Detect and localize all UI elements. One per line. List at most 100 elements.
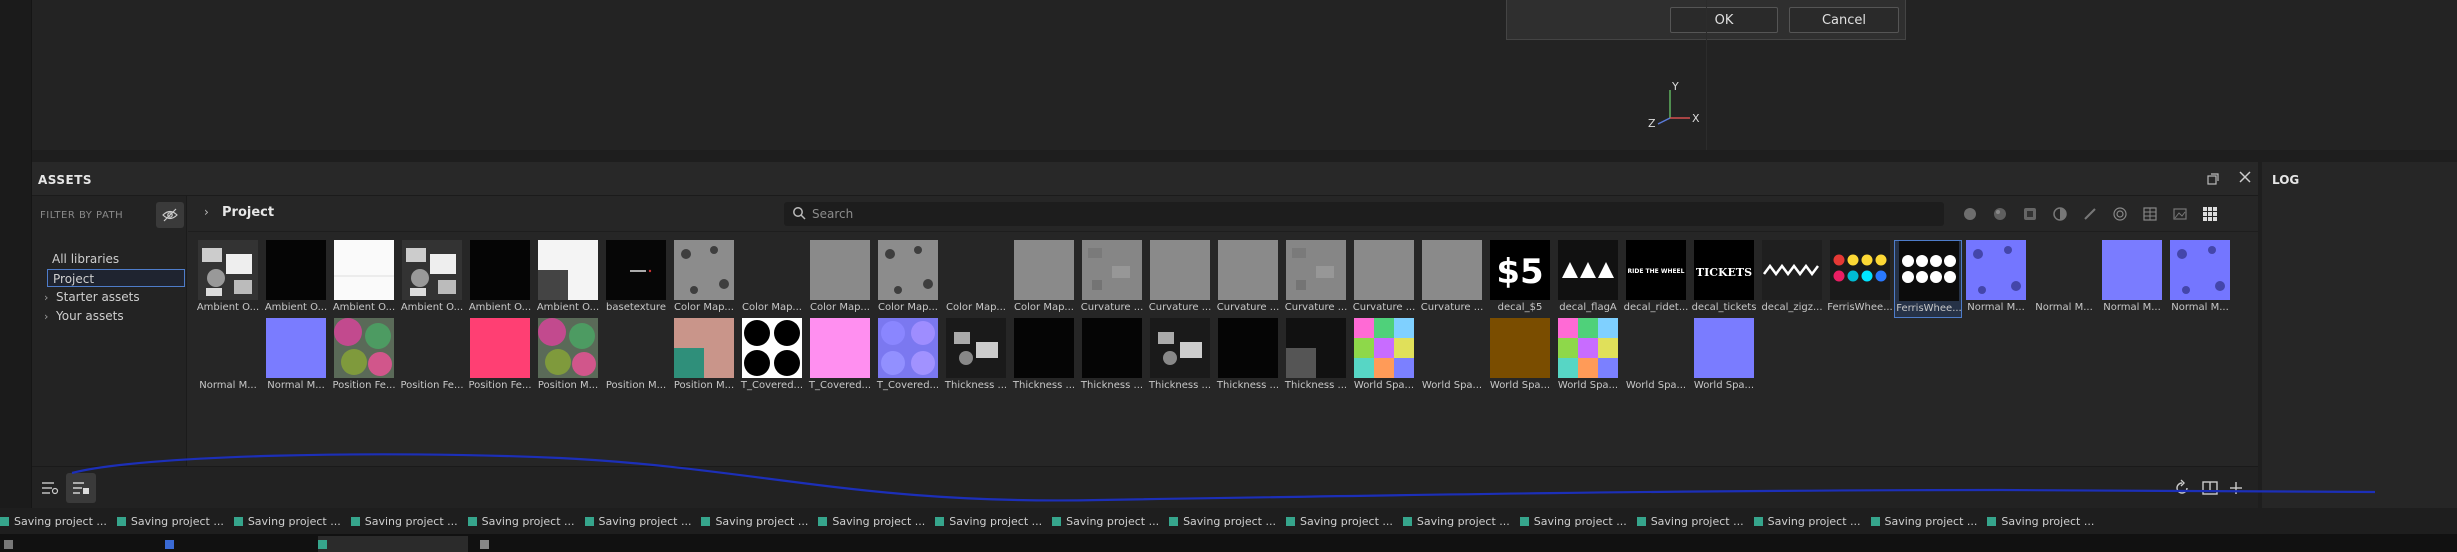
asset-tile[interactable]: FerrisWhee... bbox=[1894, 240, 1962, 318]
asset-tile[interactable]: Position Fe... bbox=[330, 318, 398, 396]
view-toggle-button[interactable] bbox=[66, 473, 96, 503]
asset-tile[interactable]: Normal M... bbox=[194, 318, 262, 396]
asset-tile[interactable]: World Spa... bbox=[1690, 318, 1758, 396]
asset-tile[interactable]: World Spa... bbox=[1350, 318, 1418, 396]
close-panel-icon[interactable] bbox=[2236, 168, 2254, 186]
asset-tile[interactable]: Ambient O... bbox=[194, 240, 262, 318]
asset-tile[interactable]: Position M... bbox=[670, 318, 738, 396]
asset-tile[interactable]: T_Covered... bbox=[738, 318, 806, 396]
asset-tile[interactable]: RIDE THE WHEEL decal_ridet... bbox=[1622, 240, 1690, 318]
viewport-3d[interactable]: OK Cancel Y X Z bbox=[0, 0, 2457, 150]
brush-filter-icon[interactable] bbox=[2078, 202, 2102, 226]
asset-tile[interactable]: Ambient O... bbox=[330, 240, 398, 318]
asset-tile[interactable]: Ambient O... bbox=[534, 240, 602, 318]
asset-tile[interactable]: Thickness ... bbox=[1214, 318, 1282, 396]
axis-gizmo[interactable]: Y X Z bbox=[1640, 80, 1700, 130]
grid-view-icon[interactable] bbox=[2198, 202, 2222, 226]
asset-tile[interactable]: Curvature ... bbox=[1214, 240, 1282, 318]
asset-tile[interactable]: Thickness ... bbox=[1282, 318, 1350, 396]
asset-tile[interactable]: Curvature ... bbox=[1078, 240, 1146, 318]
status-progress-icon bbox=[1519, 516, 1529, 526]
taskbar-item[interactable] bbox=[4, 536, 164, 552]
material-filter-icon[interactable] bbox=[1958, 202, 1982, 226]
asset-tile[interactable]: Thickness ... bbox=[1078, 318, 1146, 396]
asset-tile[interactable]: Normal M... bbox=[262, 318, 330, 396]
cancel-button[interactable]: Cancel bbox=[1789, 7, 1899, 33]
asset-tile[interactable]: World Spa... bbox=[1622, 318, 1690, 396]
asset-tile[interactable]: Color Map... bbox=[942, 240, 1010, 318]
taskbar-item[interactable] bbox=[165, 536, 315, 552]
asset-tile[interactable]: Position M... bbox=[602, 318, 670, 396]
asset-thumbnail bbox=[334, 240, 394, 300]
add-icon[interactable] bbox=[2226, 479, 2246, 497]
mask-filter-icon[interactable] bbox=[2018, 202, 2042, 226]
asset-tile[interactable]: Curvature ... bbox=[1350, 240, 1418, 318]
asset-tile[interactable]: Position Fe... bbox=[466, 318, 534, 396]
search-input[interactable] bbox=[812, 204, 1932, 224]
asset-tile[interactable]: Position Fe... bbox=[398, 318, 466, 396]
particle-filter-icon[interactable] bbox=[2108, 202, 2132, 226]
asset-caption: Color Map... bbox=[810, 302, 870, 313]
status-item: Saving project ... bbox=[818, 508, 925, 534]
asset-tile[interactable]: Thickness ... bbox=[1010, 318, 1078, 396]
environment-filter-icon[interactable] bbox=[2168, 202, 2192, 226]
asset-tile[interactable]: Thickness ... bbox=[942, 318, 1010, 396]
asset-tile[interactable]: decal_zigz... bbox=[1758, 240, 1826, 318]
asset-tile[interactable]: Normal M... bbox=[2098, 240, 2166, 318]
asset-thumbnail bbox=[538, 318, 598, 378]
asset-tile[interactable]: FerrisWhee... bbox=[1826, 240, 1894, 318]
tree-item-all-libraries[interactable]: All libraries bbox=[52, 250, 119, 268]
tree-item-project[interactable]: Project bbox=[47, 269, 185, 287]
asset-tile[interactable]: Normal M... bbox=[2030, 240, 2098, 318]
asset-tile[interactable]: World Spa... bbox=[1418, 318, 1486, 396]
asset-tile[interactable]: T_Covered... bbox=[874, 318, 942, 396]
chevron-right-icon[interactable]: › bbox=[44, 308, 56, 326]
asset-tile[interactable]: Color Map... bbox=[874, 240, 942, 318]
asset-tile[interactable]: World Spa... bbox=[1486, 318, 1554, 396]
tree-item-your-assets[interactable]: › Your assets bbox=[44, 307, 124, 325]
ok-button[interactable]: OK bbox=[1670, 7, 1778, 33]
search-box[interactable] bbox=[784, 202, 1944, 226]
asset-tile[interactable]: basetexture bbox=[602, 240, 670, 318]
asset-tile[interactable]: Curvature ... bbox=[1418, 240, 1486, 318]
smart-material-filter-icon[interactable] bbox=[1988, 202, 2012, 226]
asset-tile[interactable]: decal_flagA bbox=[1554, 240, 1622, 318]
asset-tile[interactable]: World Spa... bbox=[1554, 318, 1622, 396]
asset-tile[interactable]: $5 decal_$5 bbox=[1486, 240, 1554, 318]
asset-tile[interactable]: Position M... bbox=[534, 318, 602, 396]
restore-panel-icon[interactable] bbox=[2205, 171, 2221, 187]
asset-tile[interactable]: TICKETS decal_tickets bbox=[1690, 240, 1758, 318]
asset-tile[interactable]: Color Map... bbox=[1010, 240, 1078, 318]
status-text: Saving project ... bbox=[130, 514, 224, 528]
asset-tile[interactable]: Ambient O... bbox=[262, 240, 330, 318]
asset-thumbnail: TICKETS bbox=[1694, 240, 1754, 300]
hide-filter-button[interactable] bbox=[156, 202, 184, 228]
import-icon[interactable] bbox=[2200, 479, 2220, 497]
status-item: Saving project ... bbox=[233, 508, 341, 534]
chevron-right-icon[interactable]: › bbox=[44, 289, 56, 307]
taskbar-item-active[interactable] bbox=[318, 536, 468, 552]
asset-caption: Position Fe... bbox=[468, 380, 532, 391]
asset-tile[interactable]: Ambient O... bbox=[466, 240, 534, 318]
asset-tile[interactable]: Thickness ... bbox=[1146, 318, 1214, 396]
taskbar-item[interactable] bbox=[480, 536, 630, 552]
asset-tile[interactable]: Curvature ... bbox=[1146, 240, 1214, 318]
asset-tile[interactable]: T_Covered... bbox=[806, 318, 874, 396]
list-settings-icon[interactable] bbox=[40, 479, 60, 497]
breadcrumb-project[interactable]: Project bbox=[222, 205, 274, 220]
filter-generator-icon[interactable] bbox=[2048, 202, 2072, 226]
asset-tile[interactable]: Normal M... bbox=[1962, 240, 2030, 318]
asset-tile[interactable]: Ambient O... bbox=[398, 240, 466, 318]
tree-item-starter-assets[interactable]: › Starter assets bbox=[44, 288, 140, 306]
asset-tile[interactable]: Curvature ... bbox=[1282, 240, 1350, 318]
refresh-icon[interactable] bbox=[2172, 479, 2192, 497]
status-text: Saving project ... bbox=[2001, 514, 2095, 528]
asset-tile[interactable]: Color Map... bbox=[670, 240, 738, 318]
asset-tile[interactable]: Color Map... bbox=[806, 240, 874, 318]
texture-filter-icon[interactable] bbox=[2138, 202, 2162, 226]
chevron-right-icon[interactable]: › bbox=[204, 205, 209, 219]
asset-caption: decal_tickets bbox=[1691, 302, 1757, 313]
asset-tile[interactable]: Normal M... bbox=[2166, 240, 2234, 318]
asset-tile[interactable]: Color Map... bbox=[738, 240, 806, 318]
status-item: Saving project ... bbox=[1870, 508, 1977, 534]
